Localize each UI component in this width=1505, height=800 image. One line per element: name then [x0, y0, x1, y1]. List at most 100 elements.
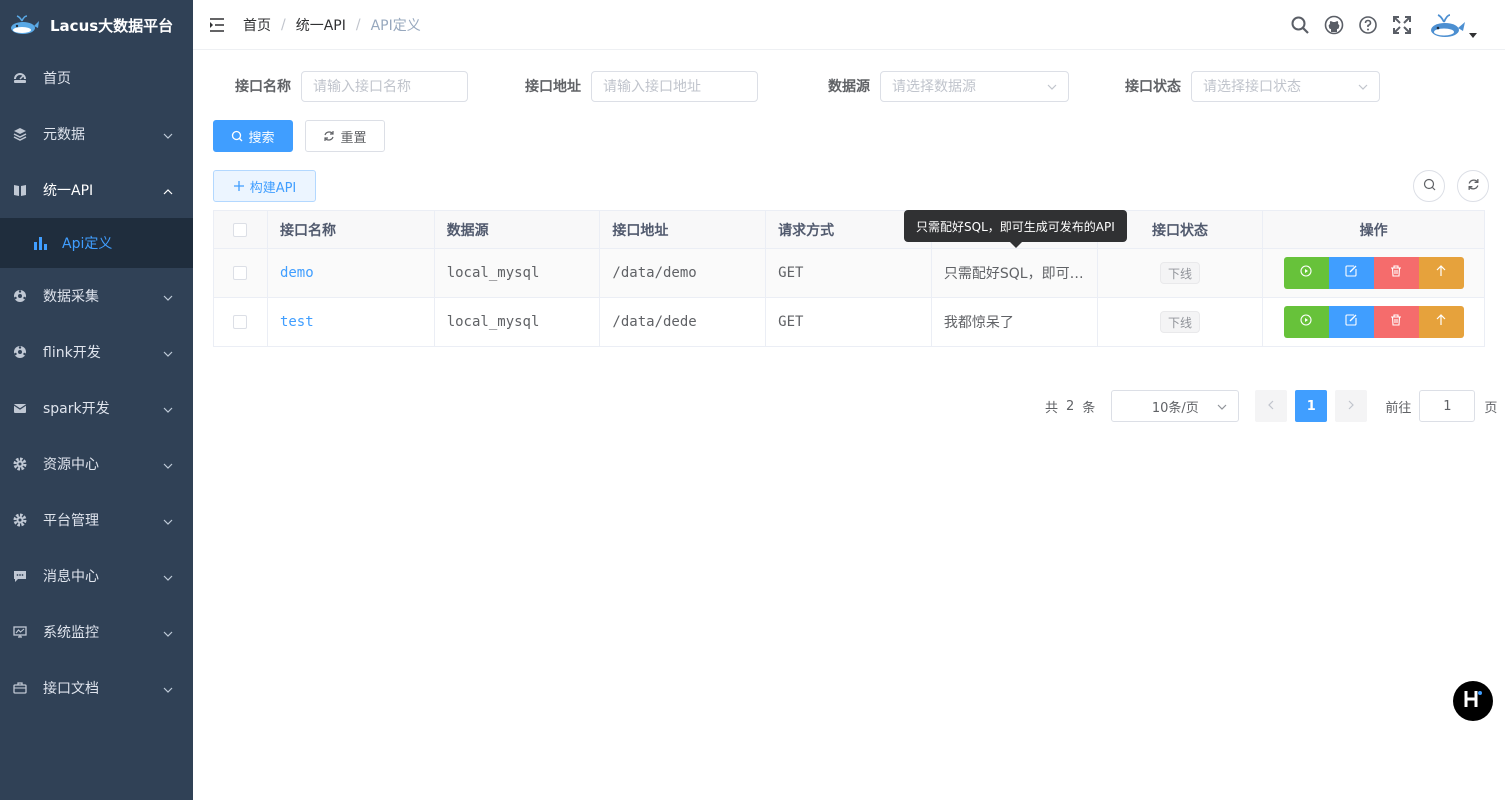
- breadcrumb-home[interactable]: 首页: [243, 15, 271, 35]
- hamburger-menu-icon[interactable]: [193, 0, 243, 50]
- sidebar-item-system-monitor[interactable]: 系统监控: [0, 604, 193, 660]
- chevron-down-icon: [163, 627, 173, 637]
- name-input[interactable]: 请输入接口名称: [301, 70, 468, 102]
- source-cell: local_mysql: [435, 298, 601, 346]
- chevron-down-icon: [1357, 81, 1369, 93]
- play-icon: [1300, 314, 1312, 330]
- breadcrumb-separator: /: [355, 16, 361, 33]
- chevron-down-icon: [163, 515, 173, 525]
- page-size-select[interactable]: 10条/页: [1111, 390, 1240, 422]
- url-cell: /data/demo: [600, 249, 767, 297]
- select-all-cell: [214, 211, 268, 248]
- help-icon[interactable]: [1351, 0, 1385, 50]
- sidebar: Lacus大数据平台 首页 元数据 统一API Api定义 数据采集 flink…: [0, 0, 193, 800]
- edit-button[interactable]: [1328, 257, 1374, 289]
- row-select-cell: [214, 249, 268, 297]
- trash-icon: [1390, 265, 1402, 281]
- sidebar-item-metadata[interactable]: 元数据: [0, 106, 193, 162]
- chevron-right-icon: [1346, 399, 1356, 414]
- book-icon: [12, 182, 28, 198]
- fullscreen-icon[interactable]: [1385, 0, 1419, 50]
- form-item-status: 接口状态 请选择接口状态: [1125, 70, 1380, 102]
- delete-button[interactable]: [1373, 257, 1419, 289]
- sidebar-item-unified-api[interactable]: 统一API: [0, 162, 193, 218]
- reset-button[interactable]: 重置: [305, 120, 385, 152]
- briefcase-icon: [12, 680, 28, 696]
- build-api-button[interactable]: 构建API: [213, 170, 316, 202]
- sidebar-item-home[interactable]: 首页: [0, 50, 193, 106]
- run-button[interactable]: [1283, 257, 1329, 289]
- gear-icon: [12, 512, 28, 528]
- avatar[interactable]: [1427, 5, 1467, 45]
- source-label: 数据源: [828, 79, 870, 95]
- source-select[interactable]: 请选择数据源: [880, 70, 1069, 102]
- sidebar-item-spark[interactable]: spark开发: [0, 380, 193, 436]
- chevron-down-icon: [1046, 81, 1058, 93]
- publish-button[interactable]: [1418, 257, 1464, 289]
- sidebar-item-message-center[interactable]: 消息中心: [0, 548, 193, 604]
- header-cell: 接口名称: [268, 211, 435, 248]
- logo[interactable]: Lacus大数据平台: [0, 0, 193, 50]
- github-icon[interactable]: [1317, 0, 1351, 50]
- whale-logo-icon: [8, 13, 40, 37]
- page-number[interactable]: 1: [1295, 390, 1328, 422]
- chevron-down-icon: [163, 683, 173, 693]
- prev-page-button[interactable]: [1255, 390, 1288, 422]
- desc-cell[interactable]: 只需配好SQL，即可…: [932, 249, 1098, 297]
- row-select-cell: [214, 298, 268, 346]
- status-select[interactable]: 请选择接口状态: [1191, 70, 1380, 102]
- name-label: 接口名称: [235, 79, 291, 95]
- refresh-icon: [323, 130, 335, 142]
- search-icon[interactable]: [1283, 0, 1317, 50]
- goto-page-input[interactable]: 1: [1419, 390, 1476, 422]
- sidebar-item-label: 消息中心: [43, 569, 99, 585]
- form-item-name: 接口名称 请输入接口名称: [235, 70, 468, 102]
- navbar: 首页 / 统一API / API定义: [193, 0, 1505, 50]
- h-logo-icon: [1462, 688, 1484, 714]
- play-icon: [1300, 265, 1312, 281]
- chevron-down-icon: [163, 347, 173, 357]
- publish-button[interactable]: [1418, 306, 1464, 338]
- chevron-down-icon: [163, 459, 173, 469]
- chevron-down-icon: [163, 571, 173, 581]
- api-table: 接口名称 数据源 接口地址 请求方式 接口状态 操作 demo local_my…: [213, 210, 1485, 347]
- sidebar-item-api-docs[interactable]: 接口文档: [0, 660, 193, 716]
- url-cell: /data/dede: [600, 298, 767, 346]
- status-placeholder: 请选择接口状态: [1203, 79, 1301, 95]
- chevron-down-icon: [163, 403, 173, 413]
- row-checkbox[interactable]: [233, 266, 248, 280]
- run-button[interactable]: [1283, 306, 1329, 338]
- url-input[interactable]: 请输入接口地址: [591, 70, 758, 102]
- floating-assistant-button[interactable]: [1453, 681, 1493, 721]
- source-placeholder: 请选择数据源: [892, 79, 976, 95]
- caret-down-icon[interactable]: [1467, 29, 1479, 41]
- sidebar-item-data-collection[interactable]: 数据采集: [0, 268, 193, 324]
- breadcrumb-section[interactable]: 统一API: [296, 15, 346, 35]
- edit-button[interactable]: [1328, 306, 1374, 338]
- chevron-up-icon: [163, 185, 173, 195]
- api-name-link[interactable]: demo: [280, 265, 314, 281]
- next-page-button[interactable]: [1335, 390, 1368, 422]
- search-button-label: 搜索: [248, 130, 275, 146]
- total-count: 2: [1066, 398, 1075, 414]
- sidebar-subitem-api-definition[interactable]: Api定义: [0, 218, 193, 268]
- desc-cell[interactable]: 我都惊呆了: [932, 298, 1098, 346]
- sidebar-item-flink[interactable]: flink开发: [0, 324, 193, 380]
- delete-button[interactable]: [1373, 306, 1419, 338]
- toggle-search-button[interactable]: [1413, 170, 1445, 202]
- refresh-table-button[interactable]: [1457, 170, 1489, 202]
- select-all-checkbox[interactable]: [233, 222, 248, 237]
- api-name-link[interactable]: test: [280, 314, 314, 330]
- sidebar-item-label: 数据采集: [43, 289, 99, 305]
- table-header: 接口名称 数据源 接口地址 请求方式 接口状态 操作: [214, 211, 1484, 249]
- row-actions: [1283, 306, 1464, 338]
- arrow-up-icon: [1435, 314, 1447, 330]
- sidebar-item-platform-management[interactable]: 平台管理: [0, 492, 193, 548]
- search-button[interactable]: 搜索: [213, 120, 293, 152]
- reset-button-label: 重置: [340, 130, 367, 146]
- refresh-icon: [1467, 178, 1480, 195]
- total-suffix: 条: [1082, 400, 1096, 416]
- sidebar-item-resource-center[interactable]: 资源中心: [0, 436, 193, 492]
- source-cell: local_mysql: [435, 249, 601, 297]
- row-checkbox[interactable]: [233, 315, 248, 329]
